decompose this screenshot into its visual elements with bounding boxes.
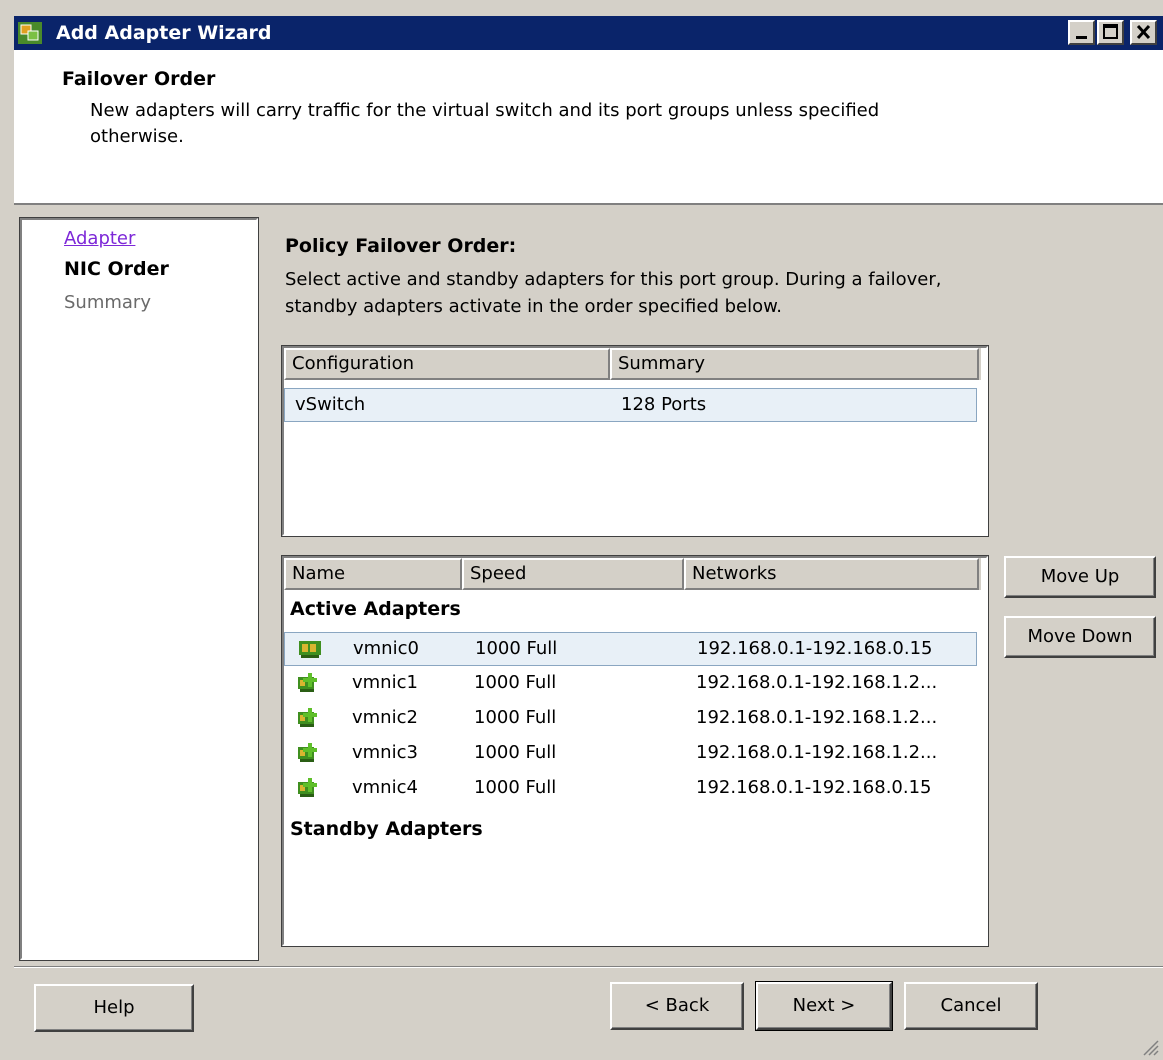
title-bar[interactable]: Add Adapter Wizard (14, 16, 1163, 50)
table-header: Configuration Summary (284, 348, 981, 380)
table-row[interactable]: vSwitch 128 Ports (284, 388, 977, 422)
nic-add-icon (298, 743, 317, 762)
nic-add-icon (298, 673, 317, 692)
table-header: Name Speed Networks (284, 558, 981, 590)
wizard-header: Failover Order New adapters will carry t… (14, 50, 1163, 205)
step-summary: Summary (64, 292, 151, 313)
cell-networks: 192.168.0.1-192.168.1.2... (696, 707, 938, 728)
cell-speed: 1000 Full (474, 777, 557, 798)
move-down-button[interactable]: Move Down (1004, 616, 1156, 658)
policy-description: Select active and standby adapters for t… (285, 269, 942, 317)
table-row[interactable]: vmnic2 1000 Full 192.168.0.1-192.168.1.2… (284, 702, 977, 736)
nic-add-icon (298, 708, 317, 727)
table-row[interactable]: vmnic0 1000 Full 192.168.0.1-192.168.0.1… (284, 632, 977, 666)
page-description: New adapters will carry traffic for the … (90, 100, 880, 147)
cell-summary: 128 Ports (621, 394, 707, 415)
wizard-steps-panel: Adapter NIC Order Summary (19, 217, 259, 961)
standby-adapters-group: Standby Adapters (290, 818, 483, 840)
table-row[interactable]: vmnic3 1000 Full 192.168.0.1-192.168.1.2… (284, 737, 977, 771)
window-title: Add Adapter Wizard (56, 22, 272, 44)
add-adapter-wizard-window: Add Adapter Wizard Failover Order New ad… (0, 0, 1163, 1060)
cell-name: vmnic0 (353, 638, 419, 659)
table-row[interactable]: vmnic4 1000 Full 192.168.0.1-192.168.0.1… (284, 772, 977, 806)
cell-name: vmnic2 (352, 707, 418, 728)
cell-speed: 1000 Full (474, 672, 557, 693)
cell-name: vmnic1 (352, 672, 418, 693)
configuration-table[interactable]: Configuration Summary vSwitch 128 Ports (281, 345, 989, 537)
nic-add-icon (298, 778, 317, 797)
page-title: Failover Order (62, 68, 216, 90)
column-header-configuration[interactable]: Configuration (284, 348, 610, 380)
column-header-speed[interactable]: Speed (462, 558, 684, 590)
help-button[interactable]: Help (34, 984, 194, 1032)
step-nic-order: NIC Order (64, 258, 169, 280)
minimize-button[interactable] (1068, 20, 1095, 45)
cell-name: vmnic3 (352, 742, 418, 763)
cell-networks: 192.168.0.1-192.168.1.2... (696, 742, 938, 763)
vsphere-app-icon (18, 22, 42, 44)
column-header-networks[interactable]: Networks (684, 558, 979, 590)
move-up-button[interactable]: Move Up (1004, 556, 1156, 598)
cancel-button[interactable]: Cancel (904, 982, 1038, 1030)
close-button[interactable] (1130, 20, 1157, 45)
cell-configuration: vSwitch (295, 394, 366, 415)
maximize-icon (1103, 24, 1118, 39)
column-header-summary[interactable]: Summary (610, 348, 979, 380)
minimize-icon (1076, 36, 1087, 39)
cell-networks: 192.168.0.1-192.168.0.15 (697, 638, 933, 659)
step-adapter-link[interactable]: Adapter (64, 228, 135, 249)
footer-separator (14, 966, 1163, 968)
cell-networks: 192.168.0.1-192.168.1.2... (696, 672, 938, 693)
resize-grip-icon[interactable] (1139, 1036, 1159, 1056)
cell-name: vmnic4 (352, 777, 418, 798)
table-row[interactable]: vmnic1 1000 Full 192.168.0.1-192.168.1.2… (284, 667, 977, 701)
back-button[interactable]: < Back (610, 982, 744, 1030)
nic-connected-icon (299, 641, 321, 658)
cell-networks: 192.168.0.1-192.168.0.15 (696, 777, 932, 798)
policy-title: Policy Failover Order: (285, 235, 517, 257)
cell-speed: 1000 Full (474, 742, 557, 763)
active-adapters-group: Active Adapters (290, 598, 461, 620)
column-header-name[interactable]: Name (284, 558, 462, 590)
next-button[interactable]: Next > (755, 981, 893, 1031)
cell-speed: 1000 Full (475, 638, 558, 659)
cell-speed: 1000 Full (474, 707, 557, 728)
adapter-order-table[interactable]: Name Speed Networks Active Adapters vmni… (281, 555, 989, 947)
close-icon (1136, 24, 1151, 40)
maximize-button[interactable] (1097, 20, 1124, 45)
